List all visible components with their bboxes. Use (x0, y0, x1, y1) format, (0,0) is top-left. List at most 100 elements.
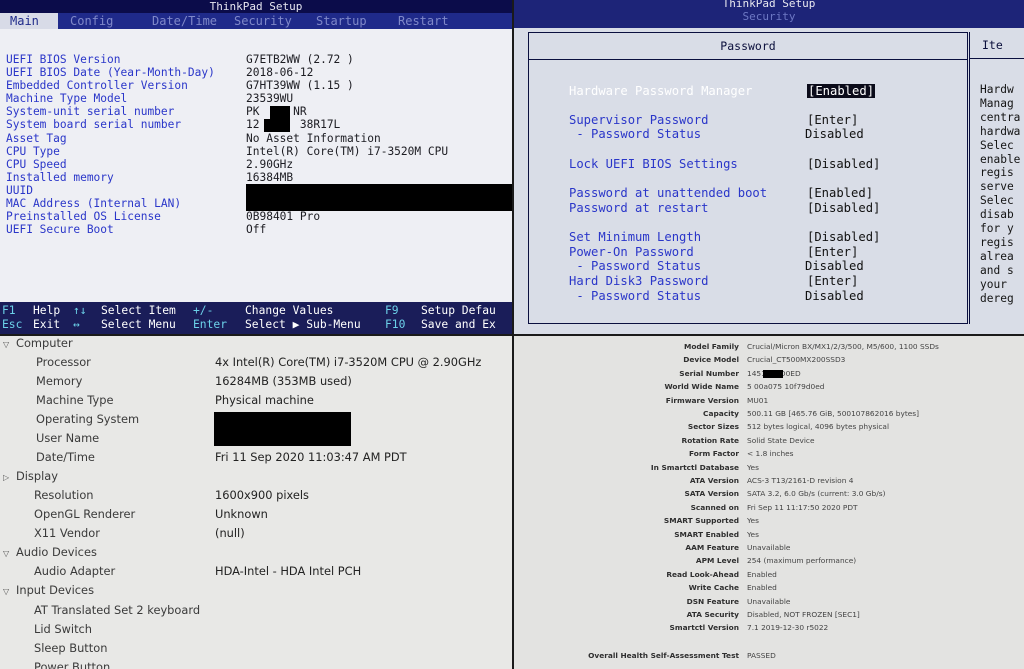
value-lock-uefi-bios-settings[interactable]: [Disabled] (807, 157, 880, 171)
disk-info-row: AAM Feature Unavailable (514, 541, 1024, 554)
tree-value: HDA-Intel - HDA Intel PCH (215, 564, 362, 578)
system-info-tree: ▽ Computer Processor 4x Intel(R) Core(TM)… (0, 336, 512, 669)
expand-triangle-icon[interactable]: ▽ (3, 336, 16, 354)
disk-key: SATA Version (684, 489, 739, 499)
info-value: 2018-06-12 (246, 66, 314, 80)
help-line: Hardw (980, 83, 1014, 96)
disk-key: Scanned on (690, 502, 739, 512)
value-supervisor-password[interactable]: [Enter] (807, 113, 858, 127)
menu-item-password-unattended-boot[interactable]: Password at unattended boot (569, 186, 767, 200)
help-text: Hardw Manag centra hardwa Selec enable r… (970, 59, 1024, 306)
info-value: 23539WU (246, 92, 294, 106)
tab-restart[interactable]: Restart (386, 13, 468, 29)
disk-value: SATA 3.2, 6.0 Gb/s (current: 3.0 Gb/s) (747, 489, 886, 499)
tree-key: Memory (36, 374, 83, 388)
redaction-block (246, 184, 512, 211)
menu-item-password-status: - Password Status (569, 289, 702, 303)
value-power-on-password[interactable]: [Enter] (807, 245, 858, 259)
key-label: Save and Ex (421, 318, 496, 331)
tab-security[interactable]: Security (514, 11, 1024, 22)
menu-item-set-minimum-length[interactable]: Set Minimum Length (569, 230, 701, 244)
disk-info-row: SMART Supported Yes (514, 514, 1024, 527)
section-label: Computer (16, 336, 73, 350)
info-label: Embedded Controller Version (6, 79, 188, 93)
expand-triangle-icon[interactable]: ▽ (3, 582, 16, 601)
info-label: MAC Address (Internal LAN) (6, 197, 182, 211)
help-line: disab (980, 208, 1014, 222)
bios-title: ThinkPad Setup (722, 0, 816, 10)
help-line: regis (980, 166, 1014, 180)
value-hardware-password-manager[interactable]: [Enabled] (807, 84, 876, 98)
tree-key: Audio Adapter (34, 564, 116, 578)
section-label: Audio Devices (16, 545, 97, 559)
menu-item-password-at-restart[interactable]: Password at restart (569, 201, 708, 215)
key-label: Exit (33, 318, 61, 331)
tab-config[interactable]: Config (58, 13, 140, 29)
tree-value: Fri 11 Sep 2020 11:03:47 AM PDT (215, 450, 407, 464)
info-value: G7HT39WW (1.15 ) (246, 79, 354, 93)
disk-info-row: SATA Version SATA 3.2, 6.0 Gb/s (current:… (514, 487, 1024, 500)
section-label: Input Devices (16, 583, 95, 597)
tree-section-computer[interactable]: ▽ Computer (3, 336, 73, 353)
tab-security[interactable]: Security (222, 13, 304, 29)
disk-smart-info: Model Family Crucial/Micron BX/MX1/2/3/50… (514, 336, 1024, 669)
help-line: for y (980, 222, 1014, 236)
key-label: Change Values (245, 304, 334, 317)
info-label: UUID (6, 183, 33, 197)
value-hard-disk3-password[interactable]: [Enter] (807, 274, 858, 288)
tree-section-audio-devices[interactable]: ▽ Audio Devices (3, 543, 97, 562)
disk-value: 7.1 2019-12-30 r5022 (747, 623, 829, 633)
bios-info-row: CPU Type Intel(R) Core(TM) i7-3520M CPU (6, 145, 512, 158)
tab-main[interactable]: Main (0, 13, 58, 29)
tree-key: Date/Time (36, 450, 95, 464)
tree-section-display[interactable]: ▷ Display (3, 467, 58, 486)
menu-item-hard-disk3-password[interactable]: Hard Disk3 Password (569, 274, 708, 288)
value-set-minimum-length[interactable]: [Disabled] (807, 230, 880, 244)
disk-info-row: In Smartctl Database Yes (514, 461, 1024, 474)
disk-key: Rotation Rate (681, 435, 740, 445)
info-value: 0B98401 Pro (246, 210, 321, 224)
expand-triangle-icon[interactable]: ▽ (3, 544, 16, 563)
disk-value: Enabled (747, 583, 777, 593)
redaction-block (214, 412, 351, 446)
tab-startup[interactable]: Startup (304, 13, 386, 29)
tree-section-input-devices[interactable]: ▽ Input Devices (3, 581, 94, 600)
bios-info-row: UEFI BIOS Date (Year-Month-Day) 2018-06-1… (6, 66, 512, 79)
disk-info-row: ATA Version ACS-3 T13/2161-D revision 4 (514, 474, 1024, 487)
disk-info-row: APM Level 254 (maximum performance) (514, 554, 1024, 567)
disk-key: DSN Feature (686, 596, 739, 606)
key-esc: Esc (2, 318, 23, 331)
bios-info-row: Preinstalled OS License 0B98401 Pro (6, 210, 512, 223)
bios-security-title: ThinkPad Setup Security (514, 0, 1024, 28)
disk-key: Read Look-Ahead (666, 569, 739, 579)
help-line: dereg (980, 291, 1014, 305)
disk-value: MU01 (747, 395, 769, 405)
disk-key: Capacity (703, 409, 739, 418)
menu-item-power-on-password[interactable]: Power-On Password (569, 245, 694, 259)
bios-info-row: UEFI BIOS Version G7ETB2WW (2.72 ) (6, 53, 512, 66)
key-label: Setup Defau (421, 304, 496, 317)
info-label: Preinstalled OS License (6, 210, 161, 224)
disk-health-row: Overall Health Self-Assessment Test PASSE… (514, 649, 1024, 662)
help-line: centra (980, 110, 1021, 124)
menu-item-supervisor-password[interactable]: Supervisor Password (569, 113, 708, 127)
value-password-at-restart[interactable]: [Disabled] (807, 201, 880, 215)
info-label: UEFI Secure Boot (6, 223, 114, 237)
menu-item-hardware-password-manager[interactable]: Hardware Password Manager (569, 84, 752, 98)
disk-key: In Smartctl Database (650, 462, 739, 472)
tree-key: Machine Type (36, 393, 114, 407)
disk-info-row: Device Model Crucial_CT500MX200SSD3 (514, 353, 1024, 366)
disk-info-row: Model Family Crucial/Micron BX/MX1/2/3/50… (514, 340, 1024, 353)
tab-date-time[interactable]: Date/Time (140, 13, 222, 29)
menu-item-lock-uefi-bios-settings[interactable]: Lock UEFI BIOS Settings (569, 157, 738, 171)
disk-key: ATA Security (686, 610, 739, 619)
bios-info-row: System-unit serial number PK NR (6, 105, 512, 118)
value-password-status: Disabled (805, 259, 864, 273)
tree-key: X11 Vendor (34, 526, 100, 540)
key-f10: F10 (385, 318, 406, 331)
key-f9: F9 (385, 304, 399, 317)
expand-triangle-icon[interactable]: ▷ (3, 468, 16, 487)
value-password-status: Disabled (805, 289, 864, 303)
value-password-unattended-boot[interactable]: [Enabled] (807, 186, 873, 200)
disk-info-row: ATA Security Disabled, NOT FROZEN [SEC1] (514, 608, 1024, 621)
